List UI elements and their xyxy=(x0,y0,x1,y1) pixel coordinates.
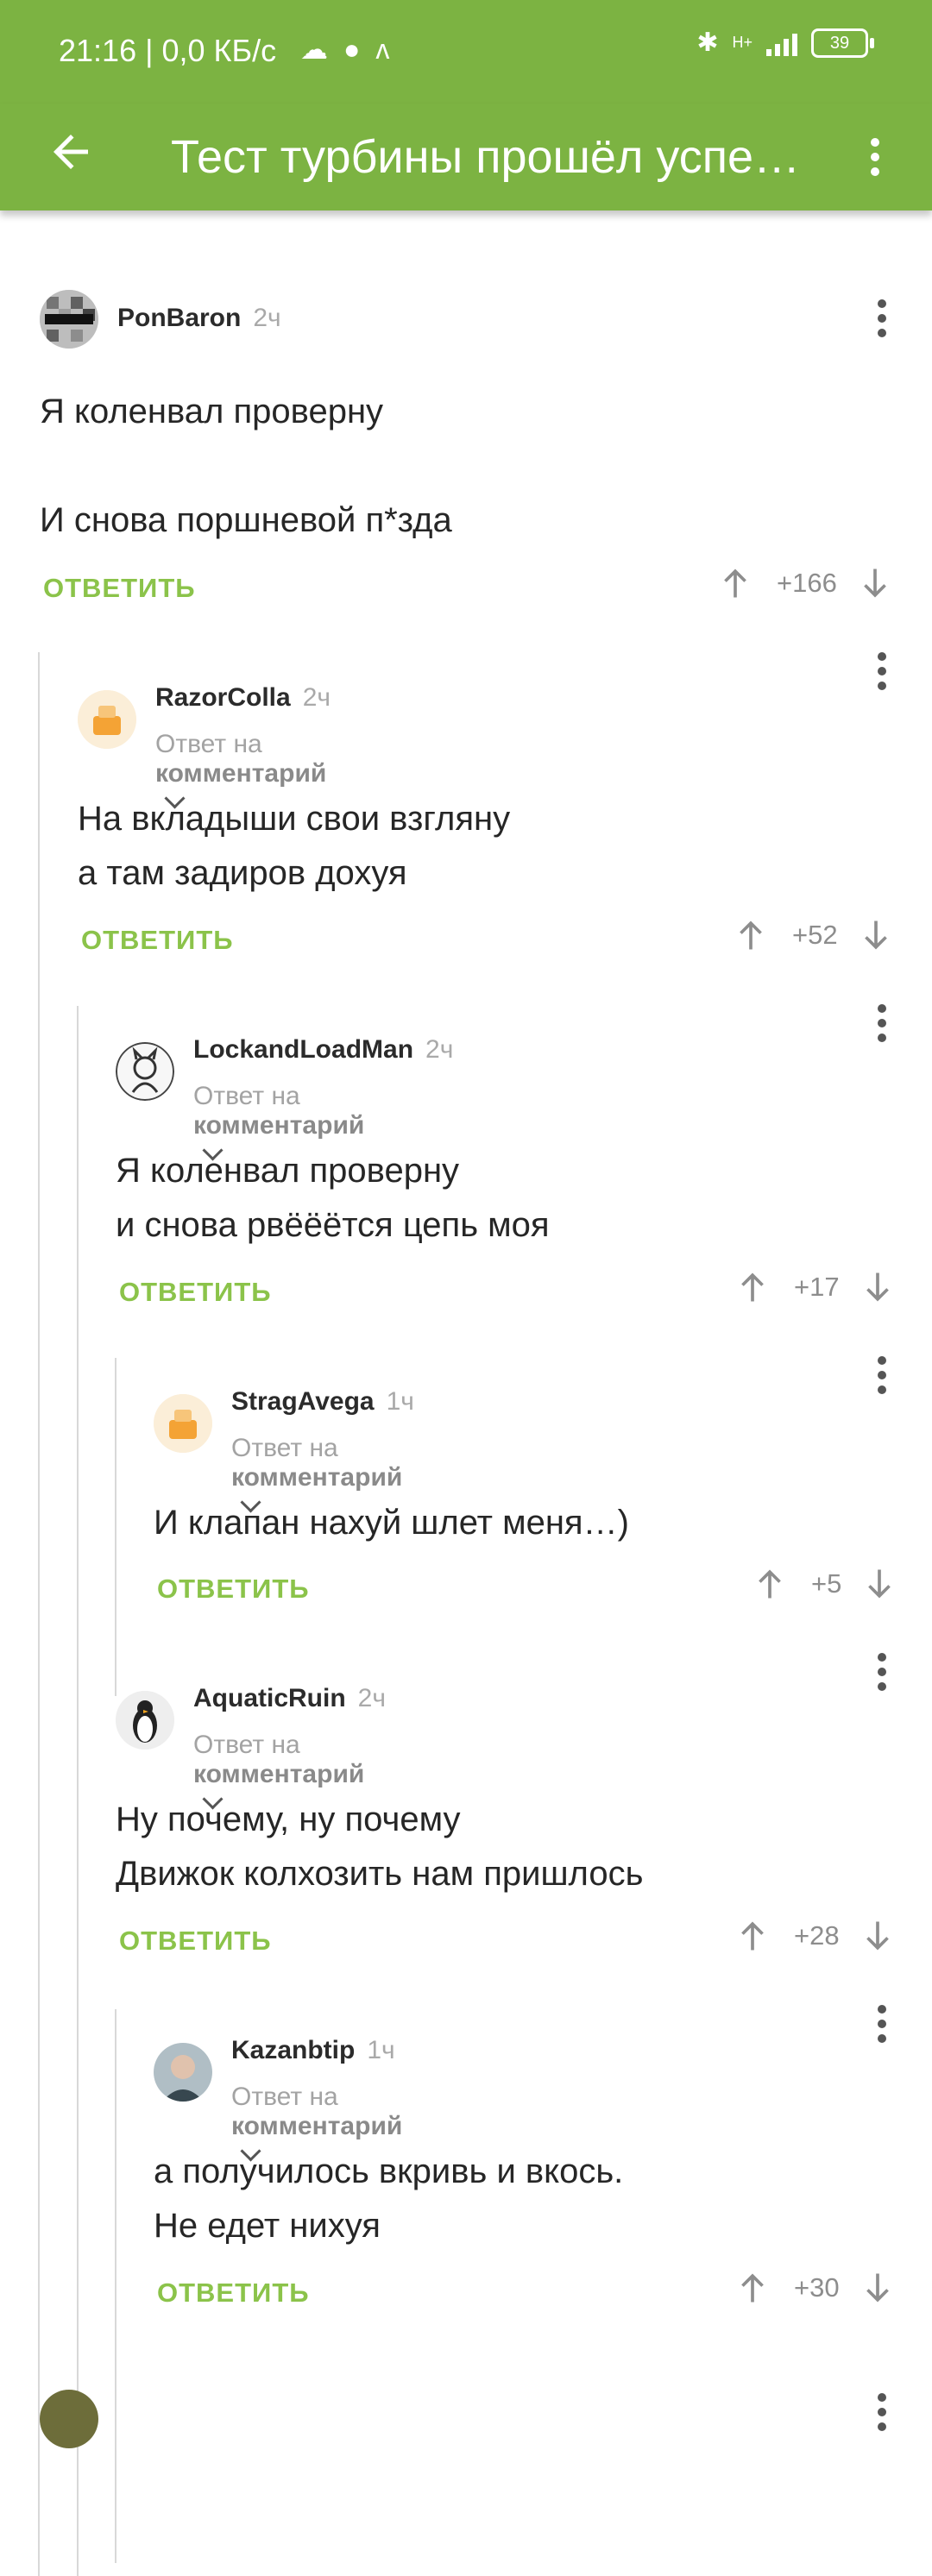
author-name[interactable]: StragAvega xyxy=(231,1387,375,1416)
vote-controls: +17 xyxy=(734,1266,897,1308)
downvote-icon[interactable] xyxy=(859,1266,897,1308)
comment-text: Я коленвал проверну И снова поршневой п*… xyxy=(40,393,452,539)
upvote-icon[interactable] xyxy=(751,1563,789,1605)
app-icon: ʌ xyxy=(375,34,406,65)
comment-menu-icon[interactable] xyxy=(865,1349,899,1401)
comment-time: 2ч xyxy=(357,1684,386,1712)
reply-to-prefix: Ответ на xyxy=(155,730,262,758)
more-vert-icon[interactable] xyxy=(849,124,901,190)
avatar[interactable] xyxy=(154,1394,212,1453)
reply-to-target[interactable]: комментарий xyxy=(193,1760,364,1788)
comment-author[interactable]: AquaticRuin 2ч xyxy=(193,1684,386,1713)
comment-text: И клапан нахуй шлет меня…) xyxy=(154,1504,629,1542)
comment-time: 1ч xyxy=(386,1387,414,1416)
comment-author[interactable]: PonBaron 2ч xyxy=(117,304,281,333)
battery-icon: 39 xyxy=(811,28,874,58)
avatar[interactable] xyxy=(154,2043,212,2102)
comment-menu-icon[interactable] xyxy=(865,997,899,1049)
comment-menu-icon[interactable] xyxy=(865,1646,899,1698)
reply-button[interactable]: ОТВЕТИТЬ xyxy=(119,1277,272,1308)
downvote-icon[interactable] xyxy=(857,914,895,956)
comment-menu-icon[interactable] xyxy=(865,1998,899,2050)
bluetooth-icon: ✱ xyxy=(696,28,719,57)
downvote-icon[interactable] xyxy=(856,562,894,604)
reply-button[interactable]: ОТВЕТИТЬ xyxy=(157,2278,310,2309)
avatar[interactable] xyxy=(40,2390,98,2448)
avatar[interactable] xyxy=(78,690,136,749)
upvote-icon[interactable] xyxy=(716,562,754,604)
reply-button[interactable]: ОТВЕТИТЬ xyxy=(81,925,234,956)
reply-button[interactable]: ОТВЕТИТЬ xyxy=(43,573,196,604)
comment-text: Я коленвал проверну и снова рвёёётся цеп… xyxy=(116,1152,550,1244)
signal-icon xyxy=(766,30,797,56)
comment-time: 1ч xyxy=(367,2036,395,2064)
cloud-icon: ☁ xyxy=(300,34,343,65)
thread-line xyxy=(115,2009,116,2563)
comment-text: Ну почему, ну почему Движок колхозить на… xyxy=(116,1800,644,1893)
vote-controls: +52 xyxy=(732,914,895,956)
reply-to-target[interactable]: комментарий xyxy=(231,2112,402,2140)
author-name[interactable]: LockandLoadMan xyxy=(193,1035,413,1064)
rating: +52 xyxy=(792,920,838,950)
reply-to-prefix: Ответ на xyxy=(231,1434,338,1462)
network-type: H+ xyxy=(732,34,753,51)
reply-to-prefix: Ответ на xyxy=(193,1082,300,1110)
comment-author[interactable]: LockandLoadMan 2ч xyxy=(193,1035,453,1065)
comment-time: 2ч xyxy=(253,304,281,332)
upvote-icon[interactable] xyxy=(734,2267,771,2309)
vote-controls: +30 xyxy=(734,2267,897,2309)
comment-text: а получилось вкривь и вкось. Не едет них… xyxy=(154,2152,624,2245)
reply-to-target[interactable]: комментарий xyxy=(193,1111,364,1140)
reply-to-prefix: Ответ на xyxy=(193,1731,300,1759)
reply-to-prefix: Ответ на xyxy=(231,2083,338,2111)
status-icons: ☁●ʌ xyxy=(300,33,405,66)
avatar[interactable] xyxy=(116,1691,174,1750)
upvote-icon[interactable] xyxy=(732,914,770,956)
thread-line xyxy=(115,1358,116,1696)
reply-button[interactable]: ОТВЕТИТЬ xyxy=(119,1926,272,1957)
upvote-icon[interactable] xyxy=(734,1266,771,1308)
comment-author[interactable]: RazorColla 2ч xyxy=(155,683,331,713)
thread-line xyxy=(38,652,40,2576)
reply-to-target[interactable]: комментарий xyxy=(231,1463,402,1492)
upvote-icon[interactable] xyxy=(734,1915,771,1957)
back-arrow-icon[interactable] xyxy=(45,126,97,178)
comment-time: 2ч xyxy=(302,683,331,712)
author-name[interactable]: RazorColla xyxy=(155,683,291,712)
comment-author[interactable]: StragAvega 1ч xyxy=(231,1387,414,1417)
thread-line xyxy=(77,1006,79,2576)
rating: +17 xyxy=(794,1272,840,1302)
comment-text: На вкладыши свои взгляну а там задиров д… xyxy=(78,800,511,892)
rating: +28 xyxy=(794,1920,840,1951)
status-bar: 21:16 | 0,0 КБ/с ☁●ʌ ✱ H+ 39 xyxy=(0,0,932,104)
rating: +30 xyxy=(794,2272,840,2303)
reply-button[interactable]: ОТВЕТИТЬ xyxy=(157,1574,310,1605)
vote-controls: +28 xyxy=(734,1915,897,1957)
comment-time: 2ч xyxy=(425,1035,454,1064)
vote-controls: +5 xyxy=(751,1563,898,1605)
status-time: 21:16 | 0,0 КБ/с xyxy=(59,33,277,68)
page-title: Тест турбины прошёл успешно xyxy=(171,131,809,183)
status-right: ✱ H+ 39 xyxy=(696,28,874,58)
avatar[interactable] xyxy=(40,290,98,349)
downvote-icon[interactable] xyxy=(859,1915,897,1957)
downvote-icon[interactable] xyxy=(859,2267,897,2309)
rating: +166 xyxy=(777,568,837,598)
comment-menu-icon[interactable] xyxy=(865,2386,899,2438)
comment-menu-icon[interactable] xyxy=(865,645,899,697)
downvote-icon[interactable] xyxy=(860,1563,898,1605)
app-bar: Тест турбины прошёл успешно xyxy=(0,104,932,210)
reply-to-target[interactable]: комментарий xyxy=(155,759,326,788)
vote-controls: +166 xyxy=(716,562,894,604)
author-name[interactable]: PonBaron xyxy=(117,304,241,332)
author-name[interactable]: Kazanbtip xyxy=(231,2036,355,2064)
rating: +5 xyxy=(811,1568,842,1599)
comment-author[interactable]: Kazanbtip 1ч xyxy=(231,2036,395,2065)
mic-icon: ● xyxy=(343,34,376,65)
author-name[interactable]: AquaticRuin xyxy=(193,1684,346,1712)
comment-menu-icon[interactable] xyxy=(865,292,899,344)
avatar[interactable] xyxy=(116,1042,174,1101)
